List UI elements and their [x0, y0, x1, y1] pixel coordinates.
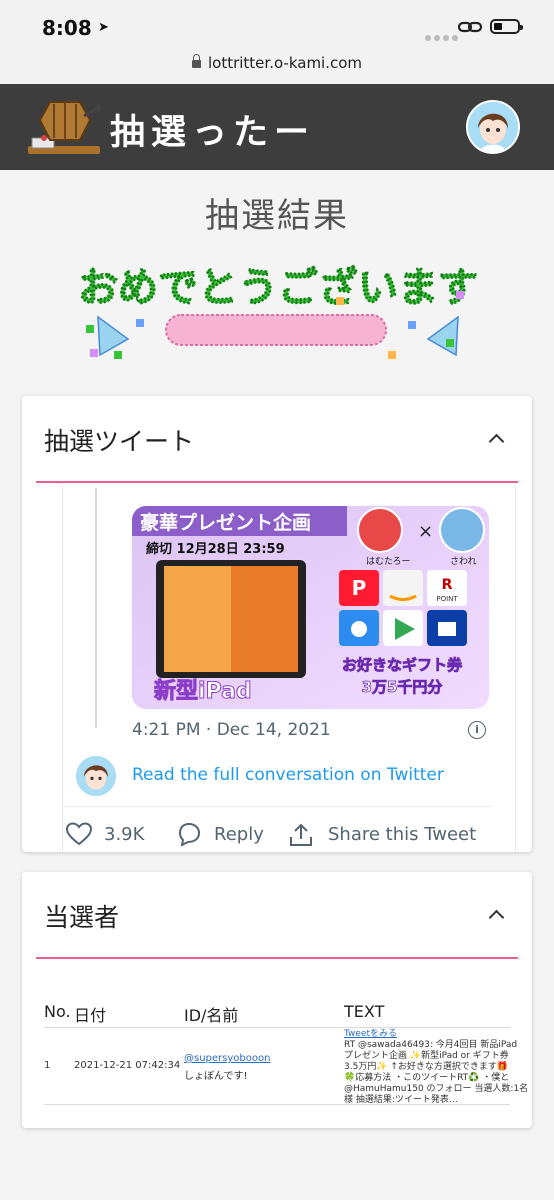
- tweet-timestamp[interactable]: 4:21 PM · Dec 14, 2021: [132, 720, 331, 740]
- media-name-2: さわれ: [450, 556, 477, 567]
- media-deadline: 締切 12月28日 23:59: [146, 541, 285, 557]
- tweet-text-line: 🍀応募方法 ・このツイートRT♻️ ・僕と: [344, 1073, 510, 1083]
- signal-icon: [425, 26, 461, 45]
- link-icon: [458, 21, 482, 33]
- url-text: lottritter.o-kami.com: [207, 54, 363, 72]
- winners-card-title: 当選者: [44, 903, 120, 932]
- column-header-no: No.: [44, 1002, 71, 1021]
- tweet-author-avatar[interactable]: [76, 756, 116, 796]
- svg-text:×: ×: [418, 521, 433, 542]
- tweet-text-line: RT @sawada46493: 今月4回目 新品iPad: [344, 1040, 518, 1050]
- media-rpoint: POINT: [436, 595, 458, 603]
- media-product: 新型iPad: [154, 678, 252, 704]
- site-header: 抽選ったー: [0, 84, 554, 170]
- thread-line: [95, 488, 97, 728]
- media-headline: 豪華プレゼント企画: [140, 511, 311, 534]
- reply-icon: [178, 822, 201, 846]
- info-icon[interactable]: i: [468, 721, 486, 739]
- location-icon: ➤: [98, 20, 109, 35]
- row-date: 2021-12-21 07:42:34: [74, 1060, 181, 1071]
- site-title[interactable]: 抽選ったー: [110, 104, 315, 155]
- title-divider: [36, 481, 518, 483]
- tweet-card: 抽選ツイート 豪華プレゼント企画 締切 12月28日 23:59 新型iPad …: [22, 396, 532, 852]
- tweet-card-title: 抽選ツイート: [44, 427, 195, 456]
- like-count: 3.9K: [104, 824, 145, 845]
- tweet-text-line: 3.5万円✨ ↑お好きな方選択できます🎁: [344, 1062, 509, 1072]
- collapse-chevron-icon[interactable]: [488, 909, 505, 926]
- column-header-id: ID/名前: [184, 1006, 239, 1025]
- tweet-text-cell: Tweetをみる RT @sawada46493: 今月4回目 新品iPad プ…: [344, 1029, 528, 1106]
- battery-icon: [490, 19, 523, 34]
- column-header-text: TEXT: [344, 1002, 385, 1021]
- banner-title: おめでとうございます: [78, 265, 478, 311]
- tweet-actions: 3.9K Reply Share this Tweet: [66, 821, 506, 851]
- winner-name: しょぼんです!: [184, 1071, 248, 1082]
- view-tweet-link[interactable]: Tweetをみる: [344, 1029, 528, 1040]
- status-time: 8:08: [42, 16, 92, 40]
- share-icon: [290, 823, 312, 846]
- read-conversation-link[interactable]: Read the full conversation on Twitter: [132, 765, 444, 785]
- tweet-media-image[interactable]: 豪華プレゼント企画 締切 12月28日 23:59 新型iPad × はむたろー…: [132, 506, 489, 709]
- row-no: 1: [44, 1060, 51, 1071]
- tweet-divider: [64, 806, 492, 807]
- title-divider: [36, 957, 518, 959]
- reply-label: Reply: [214, 824, 264, 845]
- table-bottom-rule: [44, 1104, 510, 1105]
- media-gift-line1: お好きなギフト券: [342, 656, 463, 674]
- user-avatar[interactable]: [466, 100, 520, 154]
- tweet-text-line: @HamuHamu150 のフォロー 当選人数:1名: [344, 1084, 529, 1094]
- svg-text:R: R: [442, 577, 453, 593]
- page-title: 抽選結果: [205, 196, 349, 236]
- table-header-rule: [44, 1027, 510, 1028]
- heart-icon: [66, 822, 92, 846]
- tweet-text-line: プレゼント企画 ✨新型iPad or ギフト券: [344, 1051, 509, 1061]
- column-header-date: 日付: [74, 1006, 107, 1025]
- svg-text:P: P: [352, 576, 367, 600]
- winner-id-link[interactable]: @supersyobooon: [184, 1053, 270, 1064]
- media-name-1: はむたろー: [366, 556, 410, 567]
- status-bar: 8:08 ➤: [0, 0, 554, 48]
- share-label: Share this Tweet: [328, 824, 477, 845]
- url-bar[interactable]: lottritter.o-kami.com: [0, 48, 554, 84]
- collapse-chevron-icon[interactable]: [488, 433, 505, 450]
- winners-card: 当選者 No. 日付 ID/名前 TEXT 1 2021-12-21 07:42…: [22, 872, 532, 1128]
- lottery-machine-logo[interactable]: [24, 94, 104, 160]
- lock-icon: [191, 54, 201, 68]
- media-gift-line2: 3万5千円分: [362, 678, 443, 696]
- congratulations-banner: おめでとうございます: [78, 264, 478, 359]
